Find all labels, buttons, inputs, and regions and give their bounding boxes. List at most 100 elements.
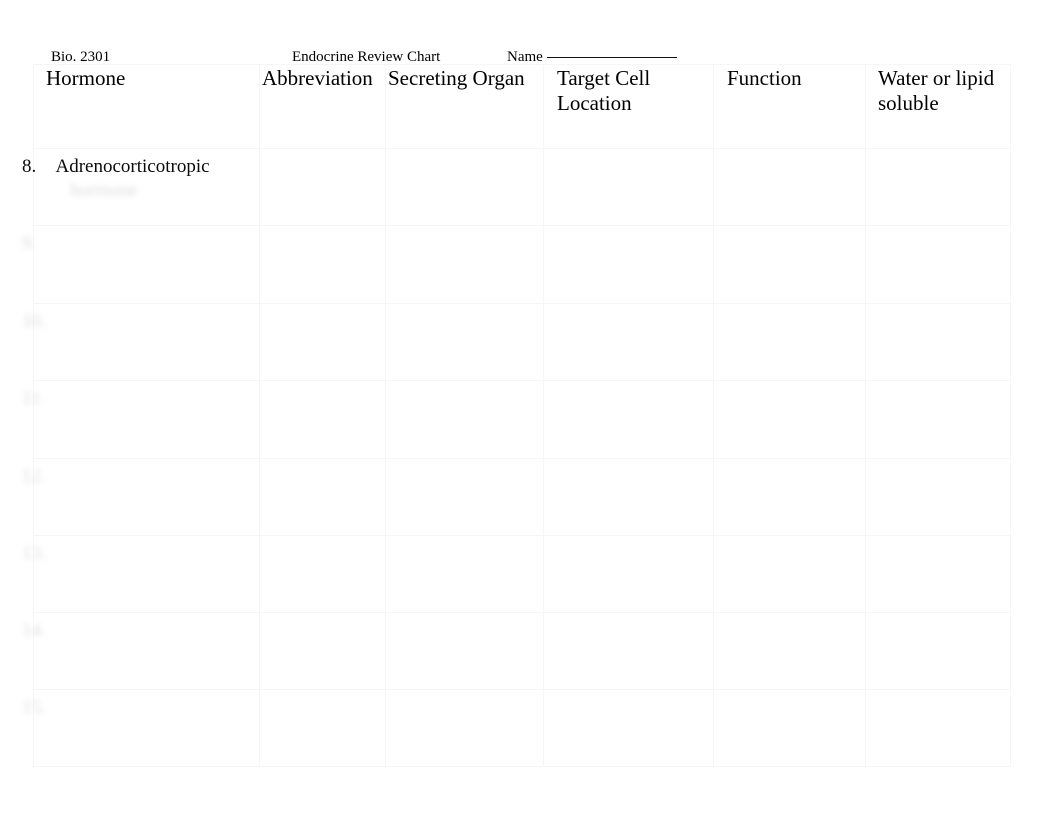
cell-value — [260, 459, 385, 477]
cell-soluble[interactable] — [865, 303, 1011, 381]
cell-abbrev[interactable] — [259, 225, 386, 304]
cell-function[interactable] — [713, 303, 866, 381]
cell-target[interactable] — [543, 535, 714, 613]
hormone-entry-name-line2: hormone — [70, 180, 138, 201]
cell-function[interactable] — [713, 689, 866, 767]
hormone-entry-name: Adrenocorticotropic — [55, 156, 210, 177]
cell-organ[interactable] — [385, 535, 544, 613]
cell-hormone[interactable]: 9. — [22, 225, 260, 304]
cell-target[interactable] — [543, 458, 714, 536]
cell-value — [386, 536, 543, 554]
name-blank-line[interactable] — [546, 57, 677, 58]
cell-target[interactable] — [543, 380, 714, 459]
cell-value — [714, 381, 865, 399]
cell-hormone[interactable]: 12. — [22, 458, 260, 536]
cell-abbrev[interactable] — [259, 689, 386, 767]
table-row: 14. — [22, 612, 1011, 690]
cell-soluble[interactable] — [865, 612, 1011, 690]
hormone-entry: 10. — [22, 304, 259, 358]
cell-target[interactable] — [543, 303, 714, 381]
cell-abbrev[interactable] — [259, 380, 386, 459]
cell-abbrev[interactable] — [259, 612, 386, 690]
cell-value — [714, 226, 865, 244]
cell-hormone[interactable]: 10. — [22, 303, 260, 381]
column-header-organ: Secreting Organ — [385, 64, 544, 149]
column-header-label: Function — [727, 66, 802, 90]
cell-value — [260, 613, 385, 631]
cell-abbrev[interactable] — [259, 458, 386, 536]
cell-organ[interactable] — [385, 380, 544, 459]
cell-value — [386, 304, 543, 322]
column-header-label: Secreting Organ — [388, 66, 525, 90]
cell-value — [714, 690, 865, 708]
cell-organ[interactable] — [385, 225, 544, 304]
cell-function[interactable] — [713, 535, 866, 613]
column-header-abbrev: Abbreviation — [259, 64, 386, 149]
cell-hormone[interactable]: 8. Adrenocorticotropic hormone — [22, 148, 260, 226]
cell-organ[interactable] — [385, 612, 544, 690]
cell-target[interactable] — [543, 148, 714, 226]
cell-soluble[interactable] — [865, 380, 1011, 459]
column-header-function: Function — [713, 64, 866, 149]
column-header-soluble: Water or lipid soluble — [865, 64, 1011, 149]
cell-organ[interactable] — [385, 689, 544, 767]
cell-target[interactable] — [543, 225, 714, 304]
cell-soluble[interactable] — [865, 148, 1011, 226]
hormone-entry-name — [56, 466, 123, 487]
cell-value — [714, 149, 865, 167]
cell-value — [260, 690, 385, 708]
endocrine-review-table: Hormone Abbreviation Secreting Organ Target… — [22, 64, 1011, 767]
cell-value — [866, 690, 1010, 708]
table-row: 10. — [22, 303, 1011, 381]
cell-soluble[interactable] — [865, 535, 1011, 613]
cell-abbrev[interactable] — [259, 303, 386, 381]
cell-value — [260, 381, 385, 399]
cell-value — [386, 226, 543, 244]
cell-value — [386, 613, 543, 631]
name-label: Name — [507, 49, 543, 65]
cell-organ[interactable] — [385, 303, 544, 381]
column-header-label: Target Cell Location — [557, 66, 651, 115]
cell-function[interactable] — [713, 225, 866, 304]
cell-organ[interactable] — [385, 148, 544, 226]
cell-soluble[interactable] — [865, 225, 1011, 304]
cell-value — [866, 536, 1010, 554]
cell-value — [714, 304, 865, 322]
table-row: 15. — [22, 689, 1011, 767]
cell-function[interactable] — [713, 458, 866, 536]
table-row: 9. — [22, 225, 1011, 304]
cell-function[interactable] — [713, 612, 866, 690]
cell-value — [386, 149, 543, 167]
cell-hormone[interactable]: 13. — [22, 535, 260, 613]
column-header-label: Hormone — [46, 66, 126, 90]
cell-value — [866, 459, 1010, 477]
cell-organ[interactable] — [385, 458, 544, 536]
cell-value — [714, 459, 865, 477]
cell-value — [544, 381, 713, 399]
cell-value — [544, 304, 713, 322]
cell-soluble[interactable] — [865, 689, 1011, 767]
cell-abbrev[interactable] — [259, 535, 386, 613]
cell-value — [260, 149, 385, 167]
hormone-entry: 8. Adrenocorticotropic hormone — [22, 149, 259, 203]
cell-value — [714, 613, 865, 631]
cell-value — [260, 304, 385, 322]
cell-value — [866, 226, 1010, 244]
cell-function[interactable] — [713, 380, 866, 459]
cell-value — [866, 149, 1010, 167]
cell-target[interactable] — [543, 689, 714, 767]
cell-hormone[interactable]: 15. — [22, 689, 260, 767]
cell-value — [544, 613, 713, 631]
table-row: 11. — [22, 380, 1011, 459]
cell-value — [386, 690, 543, 708]
cell-abbrev[interactable] — [259, 148, 386, 226]
cell-value — [866, 381, 1010, 399]
cell-soluble[interactable] — [865, 458, 1011, 536]
column-header-label: Abbreviation — [262, 66, 373, 90]
cell-hormone[interactable]: 14. — [22, 612, 260, 690]
hormone-entry: 14. — [22, 613, 259, 643]
cell-function[interactable] — [713, 148, 866, 226]
document-page: { "document": { "course": "Bio. 2301", "… — [0, 0, 1062, 822]
cell-hormone[interactable]: 11. — [22, 380, 260, 459]
cell-target[interactable] — [543, 612, 714, 690]
